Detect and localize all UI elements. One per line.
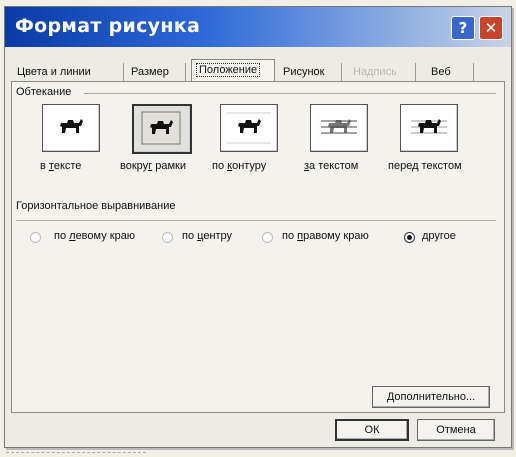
tab-separator [473, 63, 474, 81]
align-left-radio[interactable] [30, 232, 41, 243]
dog-tight-icon [227, 112, 271, 144]
cancel-button[interactable]: Отмена [417, 419, 495, 441]
align-center-label[interactable]: по центру [182, 230, 232, 242]
format-picture-dialog: Формат рисунка ? ✕ Цвета и линии Размер … [4, 6, 512, 448]
alignment-heading: Горизонтальное выравнивание [16, 200, 176, 212]
tab-colors-lines[interactable]: Цвета и линии [17, 63, 91, 81]
tab-position[interactable]: Положение [191, 59, 275, 81]
tab-web[interactable]: Веб [431, 63, 451, 81]
advanced-button[interactable]: Дополнительно... [372, 386, 490, 408]
wrap-square-option[interactable] [132, 104, 192, 154]
dog-inline-icon [60, 119, 83, 133]
tab-separator [123, 63, 124, 81]
tab-strip: Цвета и линии Размер Положение Рисунок Н… [11, 55, 501, 81]
wrap-behind-option[interactable] [310, 104, 368, 152]
close-button[interactable]: ✕ [479, 16, 503, 40]
tab-separator [415, 63, 416, 81]
tab-position-label: Положение [196, 63, 261, 77]
align-center-radio[interactable] [162, 232, 173, 243]
dog-front-icon [411, 119, 447, 134]
tab-picture[interactable]: Рисунок [283, 63, 325, 81]
page-edge [6, 448, 146, 453]
dialog-title: Формат рисунка [15, 15, 201, 37]
align-right-label[interactable]: по правому краю [282, 230, 369, 242]
wrap-front-label[interactable]: перед текстом [388, 160, 462, 172]
wrap-front-option[interactable] [400, 104, 458, 152]
tab-separator [341, 63, 342, 81]
align-right-radio[interactable] [262, 232, 273, 243]
divider [84, 93, 496, 94]
align-other-radio[interactable] [404, 232, 415, 243]
position-panel: Обтекание в тексте вокруг рамки по конту… [11, 81, 505, 413]
wrap-inline-option[interactable] [42, 104, 100, 152]
align-other-label[interactable]: другое [422, 230, 456, 242]
wrap-square-label[interactable]: вокруг рамки [120, 160, 186, 172]
tab-textbox: Надпись [353, 66, 397, 78]
title-bar[interactable]: Формат рисунка ? ✕ [5, 7, 511, 47]
wrap-inline-label[interactable]: в тексте [40, 160, 81, 172]
dog-square-icon [141, 111, 181, 145]
wrap-behind-label[interactable]: за текстом [304, 160, 358, 172]
divider [16, 220, 496, 221]
help-button[interactable]: ? [451, 16, 475, 40]
tab-separator [185, 63, 186, 81]
dog-behind-icon [321, 119, 357, 134]
ok-button[interactable]: ОК [335, 419, 409, 441]
wrap-tight-label[interactable]: по контуру [212, 160, 266, 172]
wrapping-heading: Обтекание [16, 86, 72, 98]
tab-size[interactable]: Размер [131, 63, 169, 81]
align-left-label[interactable]: по левому краю [54, 230, 135, 242]
wrap-tight-option[interactable] [220, 104, 278, 152]
